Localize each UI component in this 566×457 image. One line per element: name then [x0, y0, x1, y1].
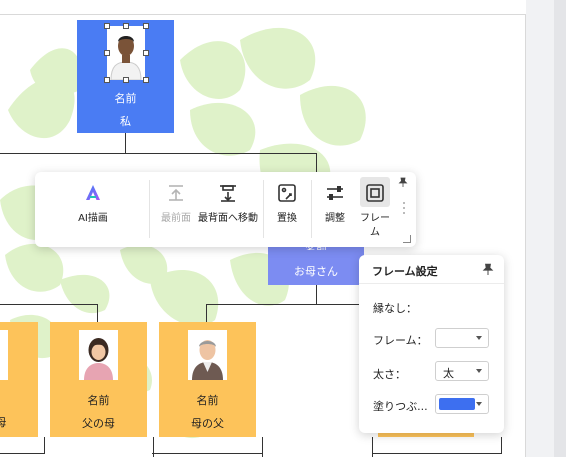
toolbar-resize-icon[interactable] [403, 235, 411, 243]
frame-icon [366, 184, 384, 202]
selection-handle[interactable] [123, 23, 129, 29]
bring-to-front-icon [169, 185, 183, 201]
connector-line [316, 285, 317, 305]
node-fathers-mother[interactable]: 名前 父の母 [50, 322, 147, 437]
connector-line [0, 453, 45, 454]
panel-divider [359, 283, 504, 284]
vertical-scrollbar[interactable] [554, 0, 566, 457]
send-to-back-button[interactable]: 最背面へ移動 [198, 172, 258, 247]
adjust-sliders-icon [327, 186, 343, 200]
node-mother[interactable]: 名前 お母さん [268, 243, 364, 285]
bring-to-front-button[interactable]: 最前面 [155, 172, 197, 247]
connector-line [501, 437, 502, 453]
chevron-down-icon [476, 336, 482, 340]
replace-button[interactable]: 置換 [269, 172, 305, 247]
bring-to-front-label: 最前面 [161, 213, 191, 224]
node-name: 名前 [114, 92, 137, 105]
ai-draw-label: AI描画 [78, 213, 108, 224]
chevron-down-icon [476, 402, 482, 406]
connector-line [262, 437, 263, 457]
no-border-label: 縁なし： [373, 302, 417, 315]
connector-line [372, 437, 373, 457]
selection-handle[interactable] [123, 77, 129, 83]
selection-handle[interactable] [143, 77, 149, 83]
adjust-button[interactable]: 調整 [317, 172, 353, 247]
toolbar-drag-handle[interactable] [403, 202, 405, 217]
connector-line [152, 453, 263, 454]
fill-color-picker[interactable] [435, 394, 489, 414]
replace-image-icon [278, 184, 296, 202]
node-relation: お母さん [294, 265, 338, 278]
ai-draw-button[interactable]: AI描画 [55, 172, 131, 247]
node-name: 名前 [196, 394, 219, 407]
image-toolbar: AI描画 最前面 最背面へ移動 置換 調整 フレーム [35, 172, 416, 247]
person-avatar-icon [107, 26, 145, 80]
replace-label: 置換 [277, 213, 297, 224]
selection-handle[interactable] [143, 50, 149, 56]
toolbar-pin-icon[interactable] [398, 177, 408, 187]
selection-handle[interactable] [104, 77, 110, 83]
toolbar-divider [311, 180, 312, 238]
send-to-back-label: 最背面へ移動 [198, 213, 258, 224]
fill-label: 塗りつぶ... [373, 400, 428, 413]
person-avatar-icon [0, 330, 8, 380]
panel-title: フレーム設定 [372, 265, 438, 278]
connector-line [316, 153, 317, 173]
thickness-select[interactable]: 太 [435, 361, 489, 381]
selection-handle[interactable] [104, 23, 110, 29]
chevron-down-icon [476, 369, 482, 373]
connector-line [206, 304, 207, 322]
node-me[interactable]: 名前 私 [77, 20, 174, 133]
frame-style-label: フレーム： [373, 334, 428, 347]
send-to-back-icon [220, 185, 236, 202]
selection-handle[interactable] [104, 50, 110, 56]
thickness-value: 太 [443, 367, 454, 380]
frame-label: フレーム [360, 213, 390, 238]
node-name: 名前 [87, 394, 110, 407]
connector-line [0, 304, 98, 305]
fill-color-swatch [439, 398, 475, 410]
node-mothers-father[interactable]: 名前 母の父 [159, 322, 256, 437]
toolbar-divider [149, 180, 150, 238]
connector-line [206, 304, 361, 305]
connector-line [372, 453, 502, 454]
frame-button[interactable]: フレーム [357, 172, 393, 247]
panel-pin-icon[interactable] [482, 263, 494, 275]
selection-handle[interactable] [143, 23, 149, 29]
connector-line [97, 304, 98, 322]
node-relation: 私 [120, 115, 131, 128]
connector-line [0, 153, 317, 154]
frame-settings-panel: フレーム設定 縁なし： フレーム： 太さ： 太 塗りつぶ... [359, 255, 504, 433]
person-avatar-icon [188, 330, 227, 380]
thickness-label: 太さ： [373, 368, 406, 381]
connector-line [44, 437, 45, 453]
person-avatar-icon [79, 330, 118, 380]
node-relation: 母 [0, 416, 7, 429]
node-relation: 母の父 [191, 417, 224, 430]
connector-line [125, 133, 126, 153]
node-relation: 父の母 [82, 417, 115, 430]
toolbar-divider [263, 180, 264, 238]
connector-line [153, 437, 154, 457]
frame-style-select[interactable] [435, 328, 489, 348]
node-fathers-father[interactable]: 母 [0, 322, 38, 437]
adjust-label: 調整 [325, 213, 345, 224]
ai-draw-icon [86, 185, 100, 200]
